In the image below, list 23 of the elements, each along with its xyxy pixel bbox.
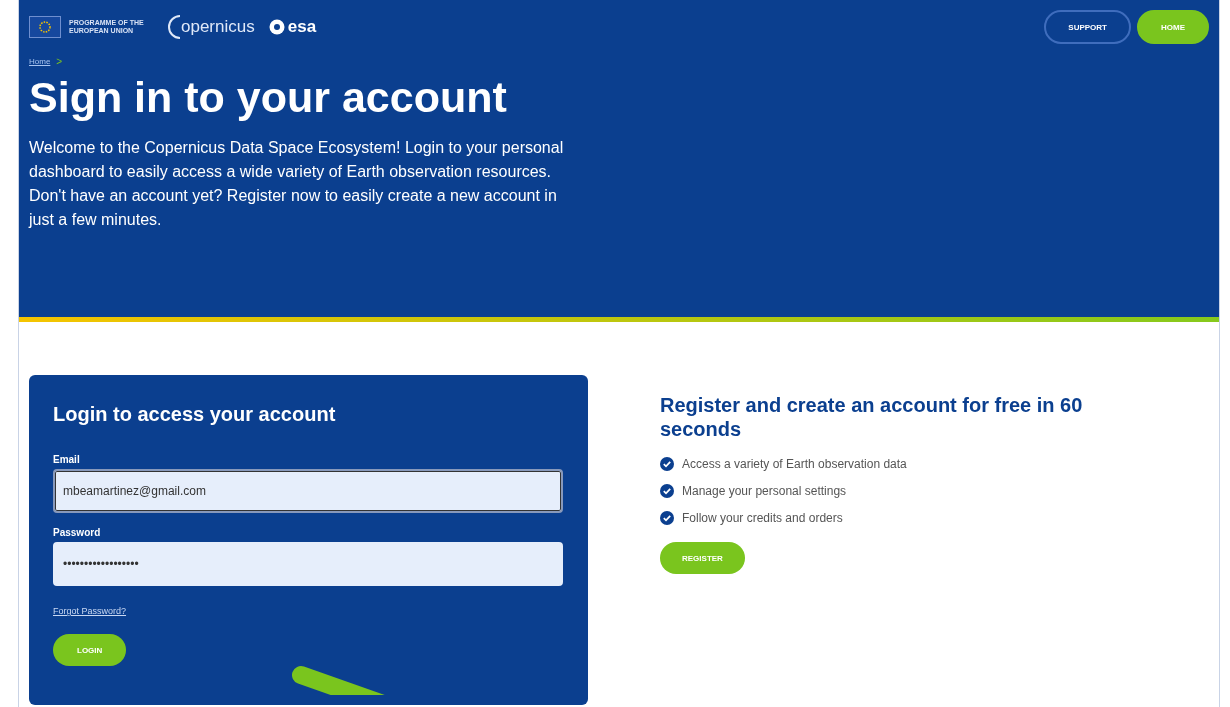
esa-logo-icon [268, 19, 285, 35]
check-circle-icon [660, 484, 674, 498]
register-title: Register and create an account for free in 60 seconds [660, 393, 1084, 441]
breadcrumb-separator: > [56, 56, 63, 67]
field-label: Email [53, 454, 81, 465]
feature-text: Manage your personal settings [682, 484, 847, 498]
copernicus-logo-text: opernicus [181, 17, 255, 37]
check-circle-icon [660, 511, 674, 525]
check-circle-icon [660, 457, 674, 471]
forgot-password-link[interactable]: Forgot Password? [53, 606, 127, 616]
esa-logo-text: esa [287, 17, 317, 37]
login-title: Login to access your account [53, 403, 337, 426]
header-button[interactable]: SUPPORT [1044, 10, 1131, 44]
input-field[interactable]: •••••••••••••••••• [53, 542, 563, 586]
breadcrumb-link[interactable]: Home [29, 57, 51, 66]
intro-paragraph: Welcome to the Copernicus Data Space Ecosystem! Login to your personal dashboard to easily access a wide variety of Earth observation resources. Don't have an account yet? Register now to easily create a new account in just a few minutes. [29, 138, 565, 230]
eu-flag-icon [29, 16, 61, 38]
crescent-logo-icon [167, 14, 181, 40]
feature-text: Access a variety of Earth observation data [682, 457, 907, 471]
page-title: Sign in to your account [29, 73, 508, 122]
field-label: Password [53, 527, 102, 538]
input-field[interactable]: mbeamartinez@gmail.com [53, 469, 563, 513]
feature-text: Follow your credits and orders [682, 511, 843, 525]
